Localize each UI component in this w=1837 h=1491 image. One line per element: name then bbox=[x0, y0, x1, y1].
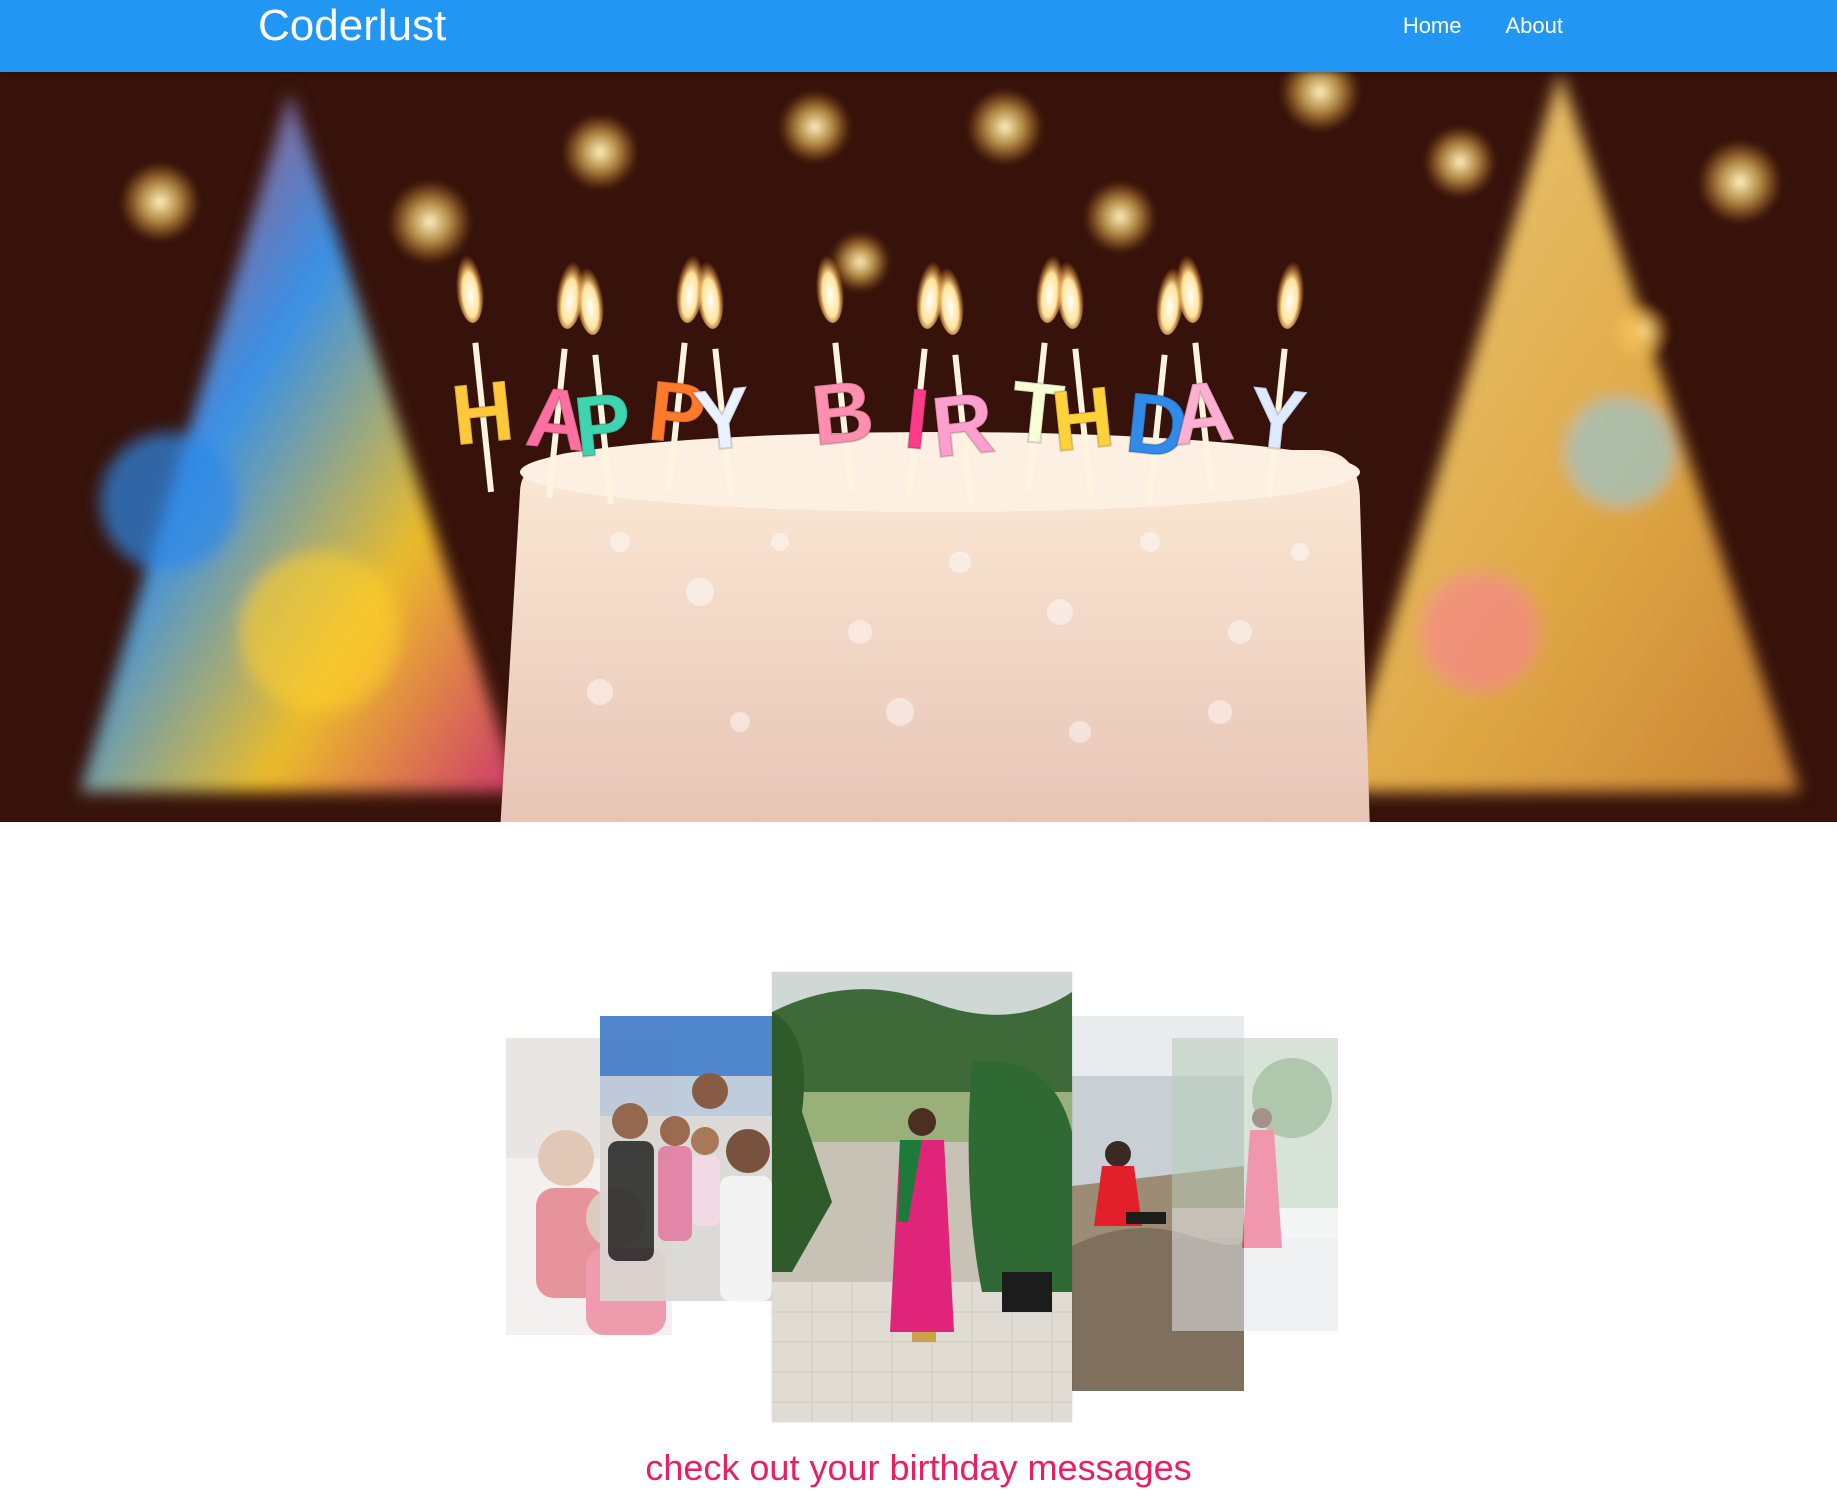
photo-left-image bbox=[600, 1016, 772, 1301]
candle-letter: H bbox=[1047, 368, 1119, 470]
brand-logo[interactable]: Coderlust bbox=[258, 0, 446, 52]
nav-home-link[interactable]: Home bbox=[1403, 13, 1462, 39]
candle-letter: H bbox=[447, 362, 519, 464]
photo-far-right[interactable] bbox=[1172, 1038, 1338, 1331]
hero-banner: HAPPYBIRTHDAY bbox=[0, 72, 1837, 822]
candle-letter: B bbox=[807, 362, 879, 464]
top-navbar: Coderlust Home About bbox=[0, 0, 1837, 72]
nav-links: Home About bbox=[1403, 0, 1563, 52]
hero-image: H AP PY B IR TH DA Y bbox=[0, 72, 1837, 822]
birthday-messages-link[interactable]: check out your birthday messages bbox=[0, 1446, 1837, 1490]
photo-center[interactable] bbox=[772, 972, 1072, 1422]
nav-about-link[interactable]: About bbox=[1506, 13, 1564, 39]
photo-far-right-image bbox=[1172, 1038, 1338, 1331]
photo-left[interactable] bbox=[600, 1016, 772, 1301]
candle-letter: Y bbox=[689, 369, 756, 470]
candle-letter: Y bbox=[1244, 369, 1311, 470]
candle-letter: P bbox=[569, 375, 636, 476]
candle-letter: R bbox=[927, 374, 999, 476]
photo-center-image bbox=[772, 972, 1072, 1422]
candle-letter: A bbox=[1167, 362, 1239, 464]
